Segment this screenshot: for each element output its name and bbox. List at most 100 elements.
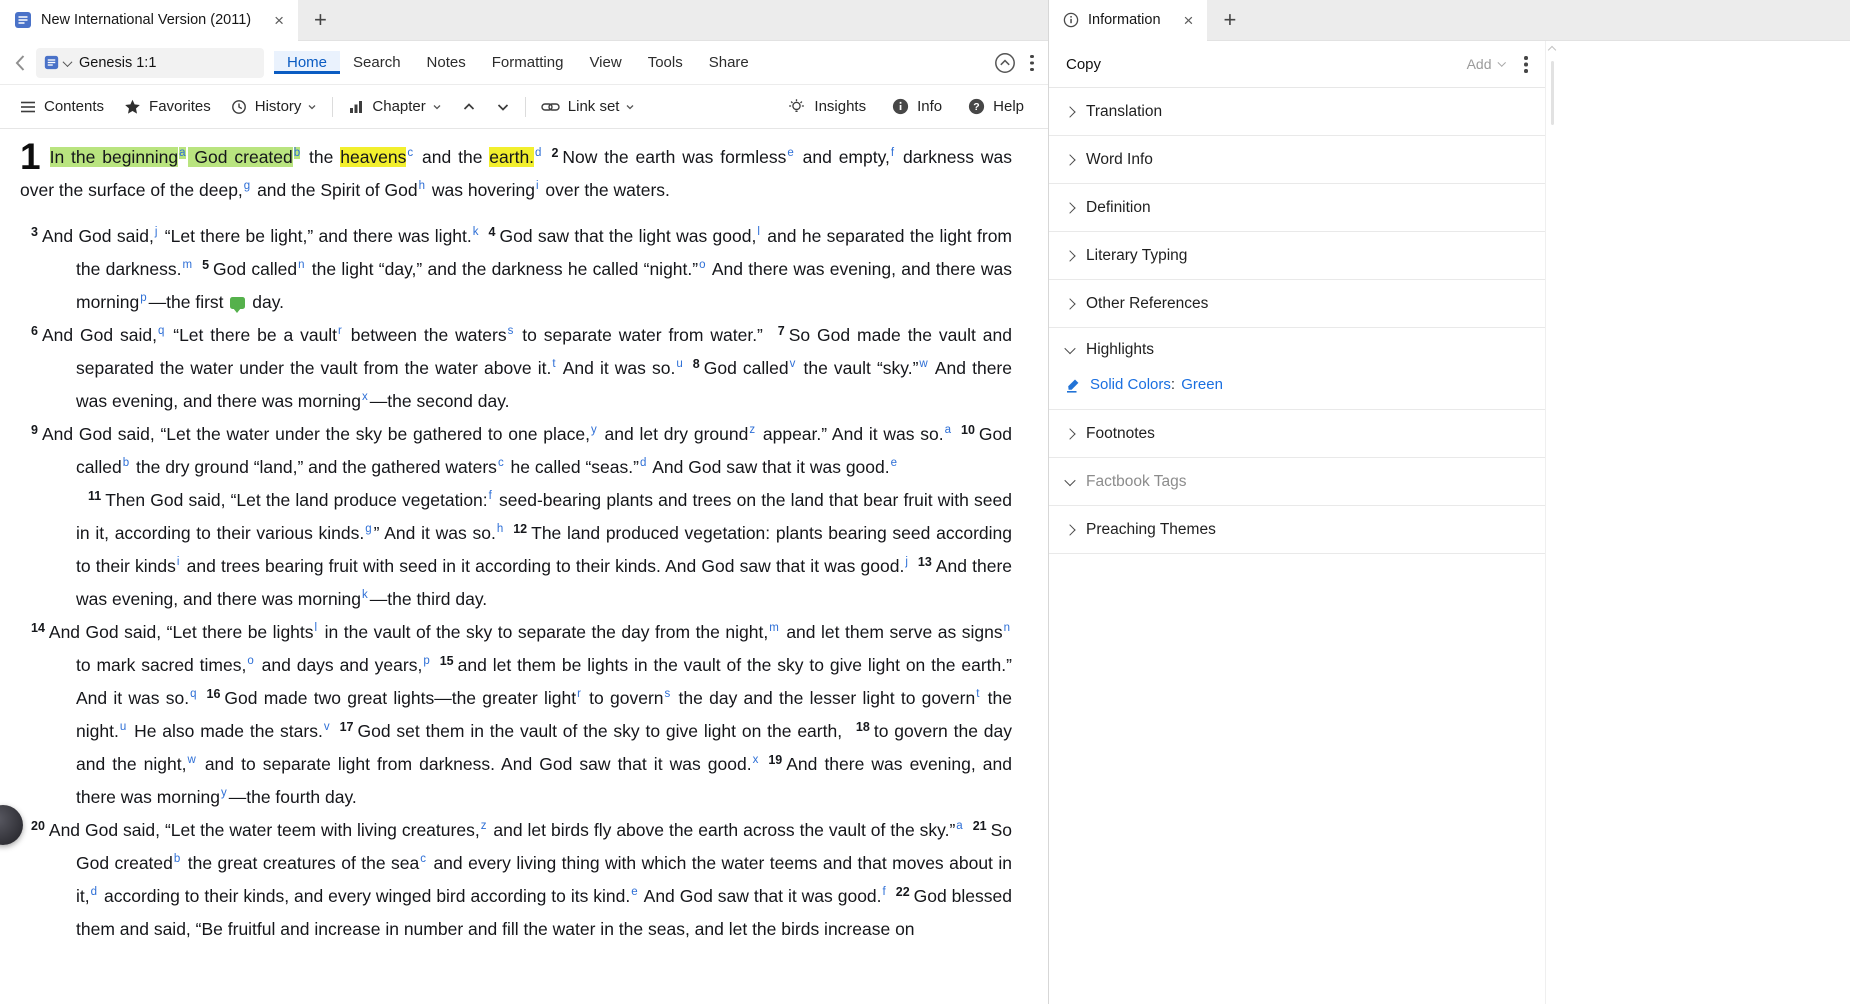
footnote-marker[interactable]: l [315,622,318,634]
footnote-marker[interactable]: f [489,490,492,502]
contents-button[interactable]: Contents [10,85,114,128]
footnote-marker[interactable]: x [362,391,368,403]
footnote-marker[interactable]: e [787,147,793,159]
section-preaching-themes[interactable]: Preaching Themes [1049,506,1545,554]
footnote-marker[interactable]: y [221,787,227,799]
menu-notes[interactable]: Notes [414,51,479,74]
menu-search[interactable]: Search [340,51,414,74]
favorites-button[interactable]: Favorites [114,85,221,128]
menu-share[interactable]: Share [696,51,762,74]
chevron-down-icon[interactable] [62,57,73,68]
footnote-marker[interactable]: c [498,457,504,469]
panel-menu-kebab-icon[interactable] [1030,54,1034,72]
section-translation[interactable]: Translation [1049,88,1545,136]
copy-button[interactable]: Copy [1066,56,1101,73]
footnote-marker[interactable]: m [182,259,192,271]
new-tab-button[interactable]: + [298,0,343,40]
footnote-marker[interactable]: h [497,523,503,535]
footnote-marker[interactable]: q [158,325,164,337]
footnote-marker[interactable]: i [536,180,539,192]
add-button[interactable]: Add [1467,56,1506,72]
footnote-marker[interactable]: o [699,259,705,271]
footnote-marker[interactable]: b [174,853,180,865]
section-definition[interactable]: Definition [1049,184,1545,232]
footnote-marker[interactable]: e [631,886,637,898]
footnote-marker[interactable]: d [535,147,541,159]
section-factbook-tags[interactable]: Factbook Tags [1049,458,1545,506]
footnote-marker[interactable]: y [591,424,597,436]
highlight-color-link[interactable]: Green [1181,376,1223,393]
info-button[interactable]: Info [882,98,952,115]
tab-information[interactable]: Information × [1049,0,1208,41]
footnote-marker[interactable]: m [769,622,779,634]
footnote-marker[interactable]: j [905,556,908,568]
footnote-marker[interactable]: e [891,457,897,469]
footnote-marker[interactable]: a [956,820,962,832]
insights-button[interactable]: Insights [777,98,876,116]
help-button[interactable]: ? Help [958,98,1034,115]
menu-tools[interactable]: Tools [635,51,696,74]
footnote-marker[interactable]: o [247,655,253,667]
footnote-marker[interactable]: r [338,325,342,337]
footnote-marker[interactable]: q [190,688,196,700]
footnote-marker[interactable]: r [577,688,581,700]
scroll-up-icon[interactable] [1547,45,1557,55]
back-button[interactable] [8,54,32,72]
menu-home[interactable]: Home [274,51,341,74]
collapse-toolbar-button[interactable] [994,52,1016,74]
footnote-marker[interactable]: t [552,358,555,370]
footnote-marker[interactable]: g [365,523,371,535]
section-footnotes[interactable]: Footnotes [1049,410,1545,458]
footnote-marker[interactable]: l [757,226,760,238]
footnote-marker[interactable]: f [883,886,886,898]
footnote-marker[interactable]: a [945,424,951,436]
next-chapter-button[interactable] [486,85,520,128]
footnote-marker[interactable]: a [179,147,186,159]
history-button[interactable]: History [221,85,328,128]
footnote-marker[interactable]: d [640,457,646,469]
footnote-marker[interactable]: p [423,655,429,667]
tab-niv-2011[interactable]: New International Version (2011) × [0,0,299,41]
section-literary-typing[interactable]: Literary Typing [1049,232,1545,280]
footnote-marker[interactable]: c [420,853,426,865]
close-icon[interactable]: × [274,12,284,29]
scrollbar-thumb[interactable] [1551,61,1554,125]
information-kebab-icon[interactable] [1524,55,1528,73]
footnote-marker[interactable]: k [362,589,368,601]
reference-input[interactable]: Genesis 1:1 [36,47,264,78]
footnote-marker[interactable]: p [140,292,146,304]
footnote-marker[interactable]: g [244,180,250,192]
footnote-marker[interactable]: z [481,820,487,832]
note-indicator-icon[interactable] [230,297,246,313]
section-word-info[interactable]: Word Info [1049,136,1545,184]
footnote-marker[interactable]: w [187,754,195,766]
footnote-marker[interactable]: t [976,688,979,700]
footnote-marker[interactable]: d [91,886,97,898]
footnote-marker[interactable]: z [749,424,755,436]
footnote-marker[interactable]: b [123,457,129,469]
footnote-marker[interactable]: u [120,721,126,733]
footnote-marker[interactable]: v [790,358,796,370]
footnote-marker[interactable]: u [676,358,682,370]
footnote-marker[interactable]: k [473,226,479,238]
footnote-marker[interactable]: n [298,259,304,271]
footnote-marker[interactable]: s [508,325,514,337]
footnote-marker[interactable]: w [919,358,927,370]
footnote-marker[interactable]: n [1004,622,1010,634]
footnote-marker[interactable]: h [419,180,425,192]
highlight-style-link[interactable]: Solid Colors [1090,376,1171,393]
footnote-marker[interactable]: b [293,147,301,159]
scrollbar[interactable] [1545,41,1559,1004]
footnote-marker[interactable]: f [891,147,894,159]
footnote-marker[interactable]: s [665,688,671,700]
footnote-marker[interactable]: v [324,721,330,733]
section-other-references[interactable]: Other References [1049,280,1545,328]
previous-chapter-button[interactable] [452,85,486,128]
footnote-marker[interactable]: i [177,556,180,568]
close-icon[interactable]: × [1184,12,1194,29]
new-tab-button[interactable]: + [1207,0,1252,40]
link-set-button[interactable]: Link set [531,85,646,128]
footnote-marker[interactable]: x [753,754,759,766]
menu-view[interactable]: View [576,51,634,74]
footnote-marker[interactable]: c [407,147,413,159]
